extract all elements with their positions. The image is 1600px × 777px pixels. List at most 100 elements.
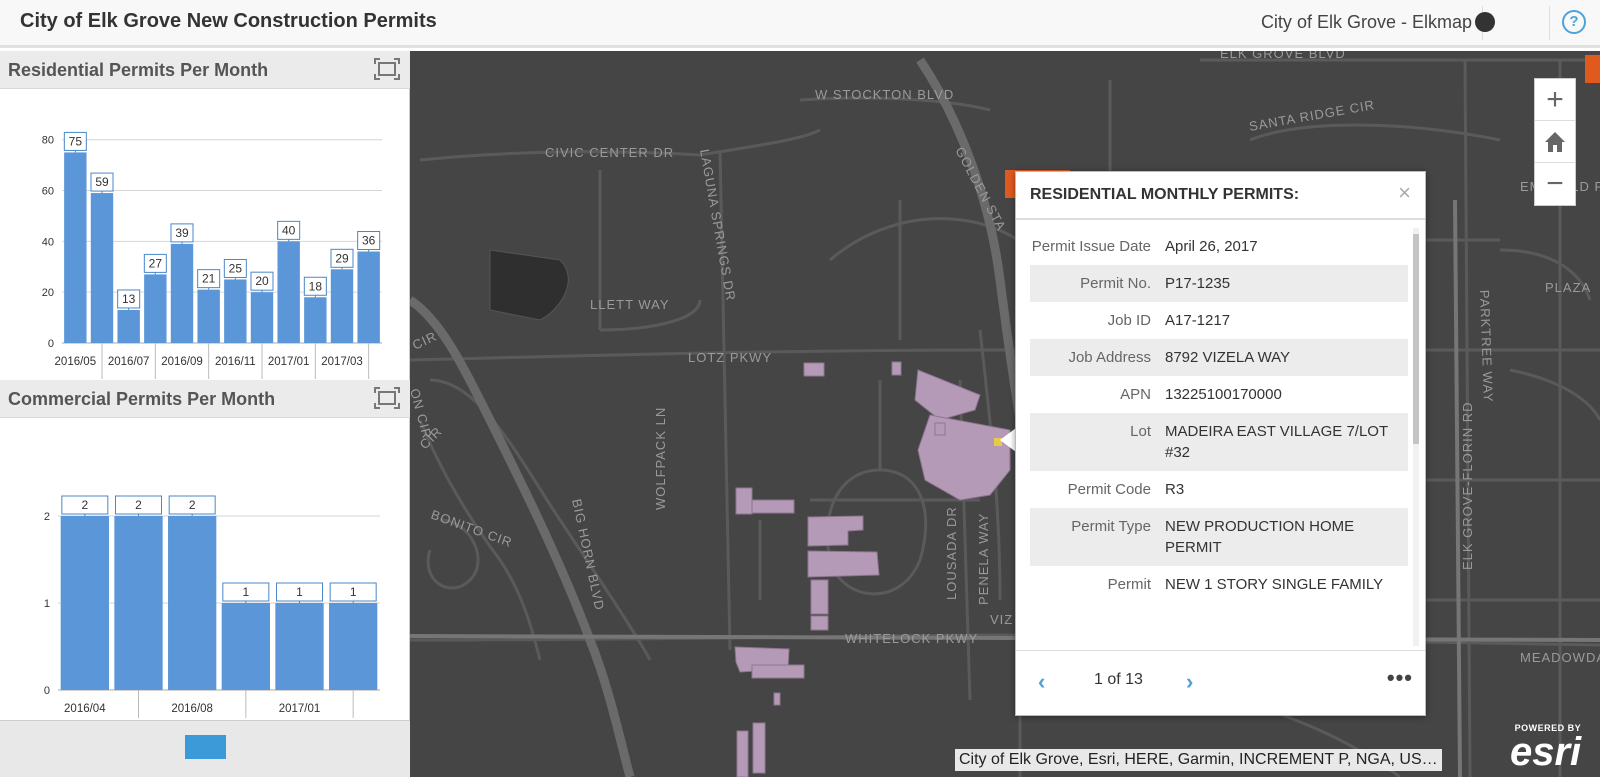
bar[interactable] bbox=[117, 309, 140, 343]
x-tick-label: 2016/07 bbox=[108, 356, 150, 368]
help-icon[interactable]: ? bbox=[1562, 10, 1586, 34]
esri-logo-wordmark: esri bbox=[1510, 730, 1582, 774]
field-value: MADEIRA EAST VILLAGE 7/LOT #32 bbox=[1165, 423, 1388, 461]
chevron-right-icon[interactable]: › bbox=[1186, 669, 1193, 695]
street-label: PENELA WAY bbox=[976, 513, 991, 605]
field-value: A17-1217 bbox=[1165, 312, 1231, 329]
field-value: 13225100170000 bbox=[1165, 386, 1282, 403]
street-label: SANTA RIDGE CIR bbox=[1248, 97, 1376, 134]
page-count: 1 of 13 bbox=[1094, 671, 1143, 688]
field-row: Permit Issue Date April 26, 2017 bbox=[1030, 228, 1408, 265]
data-label: 2 bbox=[135, 498, 142, 512]
street-label: WOLFPACK LN bbox=[653, 407, 668, 510]
side-panel: Residential Permits Per Month 0 20 40 60 80 7… bbox=[0, 51, 410, 777]
y-tick-label: 2 bbox=[44, 511, 50, 523]
bar[interactable] bbox=[114, 516, 163, 690]
maximize-icon[interactable] bbox=[374, 387, 400, 409]
data-label: 39 bbox=[175, 226, 189, 240]
org-link[interactable]: City of Elk Grove - Elkmap bbox=[1261, 12, 1472, 33]
field-value: April 26, 2017 bbox=[1165, 238, 1258, 255]
street-label: BONITO CIR bbox=[429, 507, 515, 550]
x-tick-label: 2017/01 bbox=[279, 703, 321, 715]
bar[interactable] bbox=[224, 279, 247, 343]
street-label: PLAZA bbox=[1545, 280, 1591, 295]
data-label: 40 bbox=[282, 223, 296, 237]
home-button[interactable] bbox=[1535, 121, 1575, 163]
app-header: City of Elk Grove New Construction Permi… bbox=[0, 0, 1600, 48]
street-label: VIZ bbox=[990, 612, 1013, 627]
feature-popup: RESIDENTIAL MONTHLY PERMITS: × Permit Is… bbox=[1015, 171, 1426, 716]
avatar[interactable] bbox=[1475, 12, 1495, 32]
data-label: 36 bbox=[362, 234, 376, 248]
x-tick-label: 2016/05 bbox=[55, 356, 97, 368]
home-icon bbox=[1545, 131, 1565, 152]
popup-pointer bbox=[1000, 428, 1016, 452]
field-label: Job Address bbox=[1068, 349, 1151, 366]
field-row: APN 13225100170000 bbox=[1030, 376, 1408, 413]
bar[interactable] bbox=[170, 243, 194, 343]
bar[interactable] bbox=[221, 603, 270, 690]
popup-scrollbar[interactable] bbox=[1413, 228, 1419, 646]
close-icon[interactable]: × bbox=[1398, 180, 1411, 206]
data-label: 18 bbox=[309, 279, 323, 293]
bar[interactable] bbox=[144, 274, 167, 343]
data-label: 75 bbox=[69, 134, 83, 148]
y-tick-label: 60 bbox=[42, 186, 54, 198]
field-row: Permit Type NEW PRODUCTION HOME PERMIT bbox=[1030, 508, 1408, 566]
street-label: PARKTREE WAY bbox=[1477, 290, 1496, 403]
data-label: 1 bbox=[242, 585, 249, 599]
panel-footer bbox=[0, 720, 410, 777]
commercial-chart: 01222016/0422016/0622016/0812016/1212017… bbox=[44, 495, 380, 718]
y-tick-label: 20 bbox=[42, 287, 54, 299]
bar[interactable] bbox=[250, 292, 274, 343]
bar[interactable] bbox=[168, 516, 217, 690]
data-label: 1 bbox=[296, 585, 303, 599]
field-value: NEW 1 STORY SINGLE FAMILY bbox=[1165, 576, 1384, 593]
street-label: LAGUNA SPRINGS DR bbox=[697, 148, 739, 303]
scrollbar-thumb[interactable] bbox=[1413, 234, 1419, 444]
x-tick-label: 2016/08 bbox=[171, 703, 213, 715]
popup-content[interactable]: Permit Issue Date April 26, 2017 Permit … bbox=[1030, 228, 1408, 646]
street-label: LOTZ PKWY bbox=[688, 350, 772, 365]
data-label: 2 bbox=[81, 498, 88, 512]
street-label: ELK GROVE-FLORIN RD bbox=[1460, 401, 1475, 570]
chevron-left-icon[interactable]: ‹ bbox=[1038, 669, 1045, 695]
residential-chart: 020406080752016/05592016/06132016/072720… bbox=[42, 131, 382, 379]
field-value: R3 bbox=[1165, 481, 1185, 498]
field-row: Job ID A17-1217 bbox=[1030, 302, 1408, 339]
bar[interactable] bbox=[197, 289, 220, 343]
x-tick-label: 2016/11 bbox=[215, 356, 256, 368]
bar[interactable] bbox=[275, 603, 324, 690]
bar[interactable] bbox=[90, 193, 114, 343]
data-label: 25 bbox=[229, 261, 243, 275]
street-label: WHITELOCK PKWY bbox=[845, 631, 978, 646]
y-tick-label: 40 bbox=[42, 236, 54, 248]
map-attribution[interactable]: City of Elk Grove, Esri, HERE, Garmin, I… bbox=[955, 749, 1442, 771]
data-label: 21 bbox=[202, 272, 216, 286]
bar[interactable] bbox=[60, 516, 109, 690]
bar[interactable] bbox=[277, 241, 300, 343]
bar[interactable] bbox=[357, 251, 380, 343]
data-label: 27 bbox=[149, 256, 163, 270]
field-row: Job Address 8792 VIZELA WAY bbox=[1030, 339, 1408, 376]
field-label: Permit bbox=[1107, 576, 1151, 593]
popup-title: RESIDENTIAL MONTHLY PERMITS: bbox=[1030, 186, 1300, 203]
page-indicator[interactable] bbox=[185, 735, 226, 759]
maximize-icon[interactable] bbox=[374, 58, 400, 80]
popup-divider bbox=[1016, 218, 1425, 220]
bar[interactable] bbox=[330, 269, 354, 343]
x-tick-label: 2017/01 bbox=[268, 356, 310, 368]
bar[interactable] bbox=[329, 603, 378, 690]
data-label: 59 bbox=[95, 175, 109, 189]
more-icon[interactable]: ••• bbox=[1387, 665, 1413, 691]
zoom-in-button[interactable]: + bbox=[1535, 79, 1575, 121]
bar[interactable] bbox=[64, 152, 87, 343]
street-label: CIVIC CENTER DR bbox=[545, 145, 674, 160]
bar[interactable] bbox=[304, 297, 327, 343]
zoom-out-button[interactable]: − bbox=[1535, 163, 1575, 205]
data-label: 1 bbox=[350, 585, 357, 599]
street-label: CIR bbox=[410, 328, 439, 352]
x-tick-label: 2017/03 bbox=[321, 356, 363, 368]
data-label: 13 bbox=[122, 292, 136, 306]
app-title: City of Elk Grove New Construction Permi… bbox=[20, 10, 437, 32]
